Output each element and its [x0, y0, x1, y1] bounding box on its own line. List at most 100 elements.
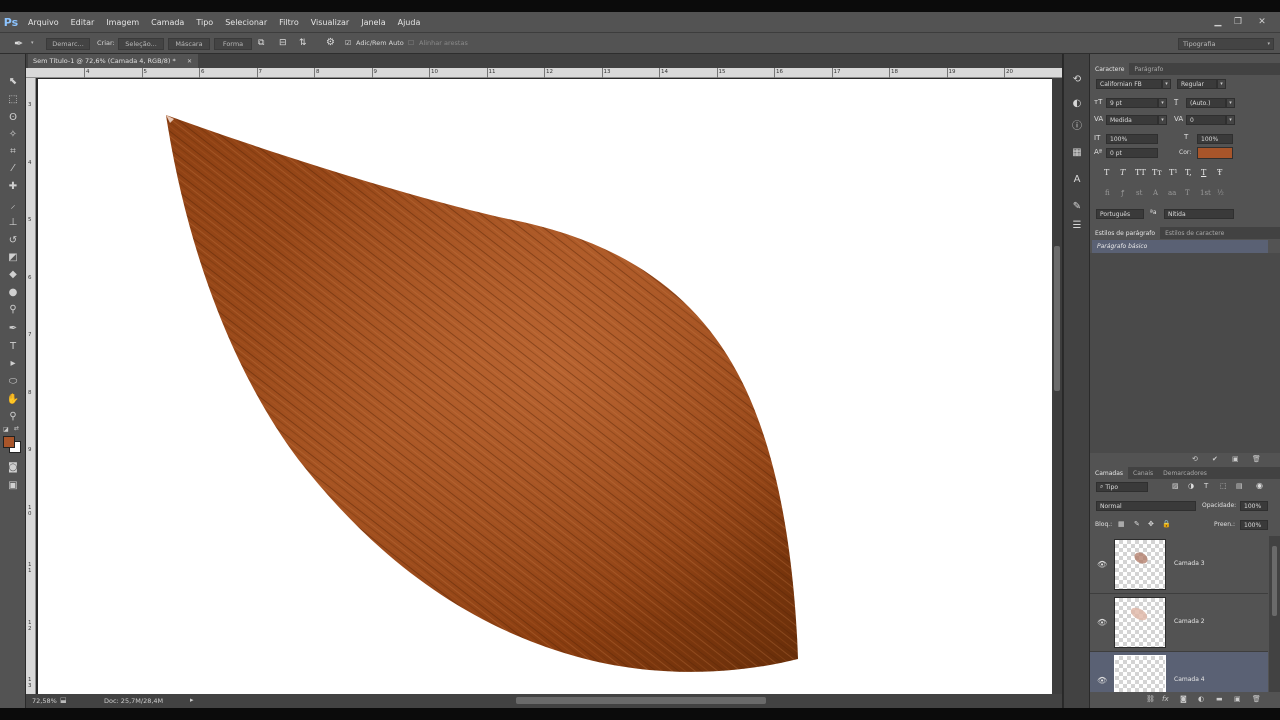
faux-bold-button[interactable]: T [1104, 168, 1109, 177]
ligatures-button[interactable]: fi [1105, 189, 1110, 197]
menu-imagem[interactable]: Imagem [100, 18, 145, 27]
layers-scrollbar[interactable] [1269, 536, 1280, 692]
menu-tipo[interactable]: Tipo [190, 18, 219, 27]
move-tool-icon[interactable]: ⬉ [5, 74, 21, 88]
tab-character-styles[interactable]: Estilos de caractere [1160, 227, 1229, 239]
delete-style-icon[interactable]: 🗑 [1252, 455, 1261, 463]
blur-tool-icon[interactable]: ● [5, 285, 21, 299]
tab-channels[interactable]: Canais [1128, 467, 1158, 479]
filter-smart-object-icon[interactable]: ▤ [1236, 482, 1243, 490]
close-button[interactable]: ✕ [1250, 12, 1274, 32]
tracking-field[interactable]: 0 [1186, 115, 1226, 125]
align-edges-checkbox[interactable]: ☐ [408, 39, 414, 47]
menu-selecionar[interactable]: Selecionar [219, 18, 273, 27]
kerning-field[interactable]: Medida [1106, 115, 1158, 125]
font-family-select[interactable]: Californian FB [1096, 79, 1162, 89]
kerning-dropdown[interactable]: ▾ [1158, 115, 1167, 125]
add-mask-icon[interactable]: ◙ [1180, 695, 1187, 703]
paint-bucket-tool-icon[interactable]: ◆ [5, 267, 21, 281]
layer-name[interactable]: Camada 4 [1174, 676, 1205, 683]
adjustments-panel-icon[interactable]: ◐ [1070, 96, 1084, 110]
all-caps-button[interactable]: TT [1135, 168, 1146, 177]
mask-button[interactable]: Máscara [168, 38, 210, 50]
swap-colors-icon[interactable]: ⇄ [14, 425, 19, 432]
tracking-dropdown[interactable]: ▾ [1226, 115, 1235, 125]
fill-field[interactable]: 100% [1240, 520, 1268, 530]
hand-tool-icon[interactable]: ✋ [5, 392, 21, 406]
lock-pixels-icon[interactable]: ✎ [1134, 520, 1140, 528]
tab-paragraph[interactable]: Parágrafo [1129, 63, 1168, 75]
vertical-scale-field[interactable]: 100% [1106, 134, 1158, 144]
foreground-color-swatch[interactable] [3, 436, 15, 448]
menu-filtro[interactable]: Filtro [273, 18, 305, 27]
crop-tool-icon[interactable]: ⌗ [5, 144, 21, 158]
path-arrangement-icon[interactable]: ⇅ [299, 38, 307, 48]
tab-paths[interactable]: Demarcadores [1158, 467, 1212, 479]
character-panel-icon[interactable]: A [1070, 172, 1084, 186]
tab-paragraph-styles[interactable]: Estilos de parágrafo [1090, 227, 1161, 239]
layer-name[interactable]: Camada 2 [1174, 618, 1205, 625]
font-size-field[interactable]: 9 pt [1106, 98, 1158, 108]
leading-dropdown[interactable]: ▾ [1226, 98, 1235, 108]
menu-janela[interactable]: Janela [355, 18, 391, 27]
small-caps-button[interactable]: Tт [1152, 168, 1162, 177]
restore-button[interactable]: ❐ [1226, 12, 1250, 32]
adjustment-layer-icon[interactable]: ◐ [1198, 695, 1204, 703]
selection-button[interactable]: Seleção... [118, 38, 164, 50]
layer-row[interactable]: 👁 Camada 3 [1090, 536, 1268, 594]
tool-preset-chevron-icon[interactable]: ▾ [31, 40, 34, 46]
canvas-vertical-scrollbar[interactable] [1052, 78, 1062, 694]
dodge-tool-icon[interactable]: ⚲ [5, 302, 21, 316]
discretionary-ligatures-button[interactable]: ꝭ [1121, 189, 1124, 198]
healing-brush-tool-icon[interactable]: ✚ [5, 179, 21, 193]
superscript-button[interactable]: T¹ [1169, 168, 1178, 177]
delete-layer-icon[interactable]: 🗑 [1252, 695, 1261, 703]
auto-add-delete-checkbox[interactable]: ☑ [345, 39, 351, 47]
filter-type-icon[interactable]: T [1204, 482, 1208, 490]
antialias-select[interactable]: Nítida [1164, 209, 1234, 219]
swash-button[interactable]: st [1136, 189, 1142, 197]
eyedropper-tool-icon[interactable]: ⁄ [5, 161, 21, 175]
lock-transparent-icon[interactable]: ▦ [1118, 520, 1125, 528]
layer-row-selected[interactable]: 👁 Camada 4 [1090, 652, 1268, 692]
menu-ajuda[interactable]: Ajuda [392, 18, 427, 27]
workspace-select[interactable]: Tipografia ▾ [1178, 38, 1274, 50]
paragraph-styles-panel-icon[interactable]: ☰ [1070, 218, 1084, 232]
text-color-swatch[interactable] [1197, 147, 1233, 159]
type-tool-icon[interactable]: T [5, 339, 21, 353]
language-select[interactable]: Português [1096, 209, 1144, 219]
new-layer-icon[interactable]: ▣ [1234, 695, 1241, 703]
default-colors-icon[interactable]: ◪ [3, 426, 9, 433]
close-tab-icon[interactable]: ✕ [187, 58, 192, 65]
brushes-panel-icon[interactable]: ✎ [1070, 199, 1084, 213]
ordinals-button[interactable]: 1st [1200, 189, 1211, 197]
link-layers-icon[interactable]: ⛓ [1146, 695, 1155, 703]
ellipse-tool-icon[interactable]: ⬭ [5, 374, 21, 388]
path-selection-tool-icon[interactable]: ▸ [5, 356, 21, 370]
strikethrough-button[interactable]: Ŧ [1217, 168, 1222, 177]
subscript-button[interactable]: T, [1185, 168, 1192, 177]
eraser-tool-icon[interactable]: ◩ [5, 250, 21, 264]
clear-override-icon[interactable]: ⟲ [1192, 455, 1198, 463]
gear-icon[interactable]: ⚙ [326, 37, 335, 48]
screen-mode-icon[interactable]: ▣ [5, 478, 21, 492]
opacity-field[interactable]: 100% [1240, 501, 1268, 511]
brush-tool-icon[interactable]: ⸝ [5, 197, 21, 211]
leading-field[interactable]: (Auto.) [1186, 98, 1226, 108]
new-group-icon[interactable]: ▬ [1216, 695, 1223, 703]
faux-italic-button[interactable]: T [1120, 168, 1125, 177]
path-operations-icon[interactable]: ⧉ [258, 38, 264, 48]
path-alignment-icon[interactable]: ⊟ [279, 38, 287, 48]
paragraph-style-item[interactable]: Parágrafo básico [1092, 240, 1268, 253]
pen-mode-select[interactable]: Demarc... [46, 38, 90, 50]
redefine-style-icon[interactable]: ✔ [1212, 455, 1218, 463]
history-brush-tool-icon[interactable]: ↺ [5, 233, 21, 247]
stylistic-alternates-button[interactable]: A [1153, 189, 1158, 197]
quick-selection-tool-icon[interactable]: ✧ [5, 127, 21, 141]
ornaments-button[interactable]: T [1185, 189, 1190, 197]
tab-layers[interactable]: Camadas [1090, 467, 1128, 479]
vertical-scroll-thumb[interactable] [1054, 246, 1060, 391]
zoom-level[interactable]: 72,58% [32, 697, 57, 705]
font-size-dropdown[interactable]: ▾ [1158, 98, 1167, 108]
tab-character[interactable]: Caractere [1090, 63, 1130, 75]
